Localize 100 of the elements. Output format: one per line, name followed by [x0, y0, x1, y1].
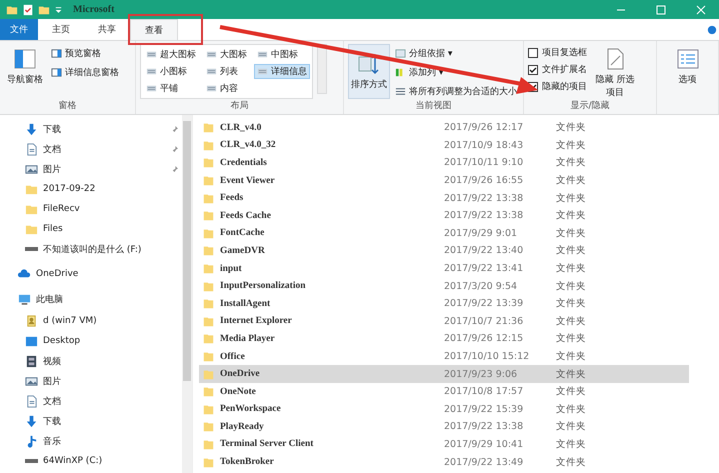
file-row[interactable]: Terminal Server Client 2017/9/29 10:41 文件夹: [199, 436, 689, 454]
file-name: Credentials: [220, 158, 268, 168]
file-type: 文件夹: [556, 402, 586, 416]
sidebar-item[interactable]: 文档: [0, 391, 182, 411]
sidebar-item[interactable]: Files: [0, 219, 182, 239]
folder-icon[interactable]: [6, 4, 18, 16]
folder-icon: [203, 192, 214, 205]
checkbox[interactable]: 文件扩展名: [528, 63, 587, 76]
pin-icon[interactable]: [171, 146, 178, 152]
sidebar-item[interactable]: 视频: [0, 351, 182, 371]
file-type: 文件夹: [556, 209, 586, 222]
group-by-button[interactable]: 分组依据 ▾: [394, 46, 518, 61]
sidebar-item[interactable]: d (win7 VM): [0, 311, 182, 331]
gallery-scrollbar[interactable]: [317, 44, 327, 94]
layout-option[interactable]: 详细信息: [254, 64, 310, 79]
navigation-pane-button[interactable]: 导航窗格: [4, 44, 46, 89]
file-row[interactable]: PenWorkspace 2017/9/22 15:39 文件夹: [199, 400, 689, 418]
view-icon: [257, 66, 268, 77]
options-button[interactable]: 选项: [672, 44, 702, 89]
scrollbar[interactable]: [182, 115, 192, 473]
file-name: CLR_v4.0: [220, 122, 262, 133]
sidebar-item[interactable]: 图片: [0, 371, 182, 391]
ribbon-tab[interactable]: 查看: [130, 19, 178, 40]
file-menu-tab[interactable]: 文件: [0, 19, 38, 40]
properties-icon[interactable]: [22, 4, 34, 16]
download-arrow-icon: [25, 122, 38, 136]
close-icon[interactable]: [695, 4, 707, 16]
file-type: 文件夹: [556, 174, 586, 188]
modified-date: 2017/9/22 13:49: [444, 456, 524, 468]
sidebar-item[interactable]: 文档: [0, 139, 182, 159]
sidebar-item[interactable]: 不知道该叫的是什么 (F:): [0, 239, 182, 259]
checked-box-icon[interactable]: [528, 64, 538, 74]
maximize-icon[interactable]: [655, 4, 667, 16]
pin-icon[interactable]: [171, 126, 178, 132]
layout-option[interactable]: 列表: [203, 64, 250, 79]
file-row[interactable]: Event Viewer 2017/9/26 16:55 文件夹: [199, 172, 689, 190]
file-name: OneNote: [220, 386, 257, 397]
dropdown-icon[interactable]: [54, 5, 63, 14]
file-type: 文件夹: [556, 420, 586, 434]
file-row[interactable]: Credentials 2017/10/11 9:10 文件夹: [199, 154, 689, 172]
folder-icon: [203, 456, 214, 469]
file-type: 文件夹: [556, 192, 586, 205]
details-pane-button[interactable]: 详细信息窗格: [50, 65, 120, 80]
file-row[interactable]: CLR_v4.0_32 2017/10/9 18:43 文件夹: [199, 136, 689, 154]
download-arrow-icon: [25, 414, 38, 428]
sidebar-item[interactable]: 2017-09-22: [0, 179, 182, 199]
file-row[interactable]: InstallAgent 2017/9/22 13:39 文件夹: [199, 294, 689, 313]
file-row[interactable]: Media Player 2017/9/26 12:15 文件夹: [199, 330, 689, 348]
layout-option[interactable]: 平铺: [143, 81, 199, 96]
file-row[interactable]: input 2017/9/22 13:41 文件夹: [199, 260, 689, 278]
help-icon[interactable]: [707, 24, 717, 34]
file-row[interactable]: PlayReady 2017/9/22 13:38 文件夹: [199, 418, 689, 436]
sidebar-item[interactable]: OneDrive: [0, 262, 182, 285]
folder-icon: [203, 209, 214, 222]
sidebar-item[interactable]: 下载: [0, 119, 182, 139]
checkbox[interactable]: 项目复选框: [528, 46, 587, 59]
file-name: Event Viewer: [220, 176, 276, 186]
group-icon: [395, 48, 406, 59]
sidebar-item[interactable]: FileRecv: [0, 199, 182, 219]
file-row[interactable]: Feeds 2017/9/22 13:38 文件夹: [199, 189, 689, 207]
layout-option[interactable]: 中图标: [254, 47, 310, 62]
file-row[interactable]: FontCache 2017/9/29 9:01 文件夹: [199, 224, 689, 242]
layout-option[interactable]: 内容: [203, 81, 250, 96]
sidebar-item[interactable]: 此电脑: [0, 288, 182, 311]
sidebar-item[interactable]: 下载: [0, 411, 182, 431]
layout-option[interactable]: 大图标: [203, 47, 250, 62]
empty-box-icon[interactable]: [528, 48, 538, 58]
file-row[interactable]: Office 2017/10/10 15:12 文件夹: [199, 348, 689, 366]
file-row[interactable]: Internet Explorer 2017/10/7 21:36 文件夹: [199, 312, 689, 330]
file-name: InputPersonalization: [220, 281, 307, 292]
layout-option[interactable]: 小图标: [143, 64, 199, 79]
sidebar-item[interactable]: 图片: [0, 159, 182, 179]
folder-icon: [203, 350, 214, 364]
folder-icon: [203, 332, 214, 346]
file-row[interactable]: CLR_v4.0 2017/9/26 12:17 文件夹: [199, 119, 689, 137]
file-row[interactable]: InputPersonalization 2017/3/20 9:54 文件夹: [199, 277, 689, 295]
sidebar-item[interactable]: 64WinXP (C:): [0, 451, 182, 471]
modified-date: 2017/9/22 13:38: [444, 210, 524, 222]
file-row[interactable]: OneDrive 2017/9/23 9:06 文件夹: [199, 365, 689, 383]
modified-date: 2017/10/10 15:12: [444, 351, 530, 362]
hide-selected-button[interactable]: 隐藏 所选项目: [591, 44, 639, 99]
folder-icon: [203, 314, 214, 328]
file-type: 文件夹: [556, 350, 586, 364]
preview-pane-button[interactable]: 预览窗格: [50, 46, 120, 61]
file-name: OneDrive: [220, 369, 261, 380]
file-name: CLR_v4.0_32: [220, 140, 277, 150]
file-row[interactable]: TokenBroker 2017/9/22 13:49 文件夹: [199, 453, 689, 471]
file-row[interactable]: Feeds Cache 2017/9/22 13:38 文件夹: [199, 206, 689, 225]
pin-icon[interactable]: [171, 166, 178, 172]
file-row[interactable]: OneNote 2017/10/8 17:57 文件夹: [199, 382, 689, 400]
fit-columns-button[interactable]: 将所有列调整为合适的大小: [394, 84, 518, 99]
file-row[interactable]: GameDVR 2017/9/22 13:40 文件夹: [199, 242, 689, 260]
layout-option[interactable]: 超大图标: [143, 47, 199, 62]
sidebar-item[interactable]: Desktop: [0, 331, 182, 351]
view-icon: [206, 83, 217, 94]
modified-date: 2017/9/22 13:39: [444, 298, 524, 310]
view-icon: [206, 66, 217, 77]
sort-by-button[interactable]: 排序方式: [348, 44, 390, 99]
sidebar-item[interactable]: 音乐: [0, 431, 182, 451]
file-type: 文件夹: [556, 368, 586, 381]
